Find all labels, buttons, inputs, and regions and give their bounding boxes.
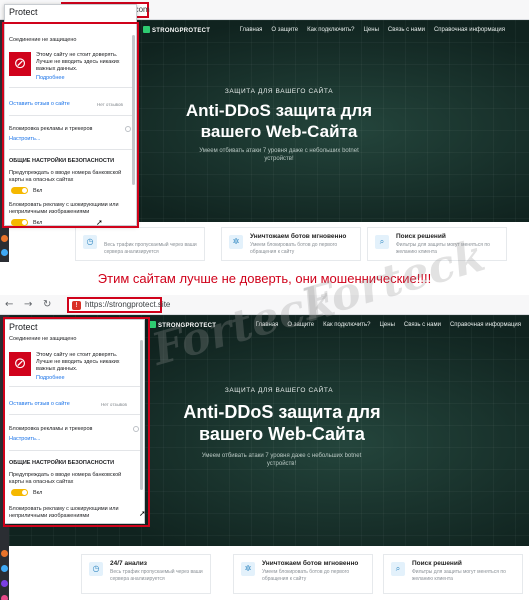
menu-item-howto[interactable]: Как подключить? bbox=[307, 27, 354, 33]
hero-kicker: ЗАЩИТА ДЛЯ ВАШЕГО САЙТА bbox=[224, 88, 334, 95]
search-icon: ⌕ bbox=[375, 235, 389, 249]
feature-card: ✲ Уничтожаем ботов мгновенно Умеем блоки… bbox=[221, 227, 361, 261]
site-menu: Главная О защите Как подключить? Цены Св… bbox=[256, 322, 521, 328]
menu-item-reference[interactable]: Справочная информация bbox=[450, 322, 521, 328]
feature-card: ⌕ Поиск решений Фильтры для защиты могут… bbox=[367, 227, 507, 261]
arrow-right-icon[interactable]: → bbox=[24, 299, 32, 311]
logo-icon bbox=[143, 26, 150, 33]
reload-icon[interactable]: ↻ bbox=[43, 299, 51, 311]
hero-subtext: Умеем отбивать атаки 7 уровня даже с неб… bbox=[201, 453, 362, 467]
search-icon: ⌕ bbox=[391, 562, 405, 576]
sidebar-app-icon[interactable] bbox=[1, 580, 8, 587]
sidebar-app-icon[interactable] bbox=[1, 235, 8, 242]
sidebar-app-icon[interactable] bbox=[1, 550, 8, 557]
browser-screenshot-1: ← → ↻ ! https://botradar.com STRONGPROTE… bbox=[0, 0, 529, 262]
menu-item-prices[interactable]: Цены bbox=[379, 322, 394, 328]
menu-item-howto[interactable]: Как подключить? bbox=[323, 322, 370, 328]
hero-subtext: Умеем отбивать атаки 7 уровня даже с неб… bbox=[199, 148, 359, 162]
site-logo[interactable]: STRONGPROTECT bbox=[149, 321, 216, 329]
browser-screenshot-2: ← → ↻ ! https://strongprotect.site STRON… bbox=[0, 295, 529, 600]
shield-icon: ✲ bbox=[229, 235, 243, 249]
menu-item-home[interactable]: Главная bbox=[240, 27, 263, 33]
menu-item-contact[interactable]: Связь с нами bbox=[388, 27, 425, 33]
feature-cards: ◷ 24/7 анализ Весь трафик пропускаемый ч… bbox=[9, 546, 529, 600]
hero-headline: Anti-DDoS защита для вашего Web-Сайта bbox=[183, 402, 381, 444]
shield-icon: ✲ bbox=[241, 562, 255, 576]
menu-item-contact[interactable]: Связь с нами bbox=[404, 322, 441, 328]
site-logo[interactable]: STRONGPROTECT bbox=[143, 26, 210, 34]
site-menu: Главная О защите Как подключить? Цены Св… bbox=[240, 27, 505, 33]
menu-item-about[interactable]: О защите bbox=[271, 27, 298, 33]
hero-kicker: ЗАЩИТА ДЛЯ ВАШЕГО САЙТА bbox=[224, 387, 334, 394]
menu-item-about[interactable]: О защите bbox=[287, 322, 314, 328]
sidebar-app-icon[interactable] bbox=[1, 565, 8, 572]
highlight-frame bbox=[3, 317, 150, 527]
warning-caption: Этим сайтам лучше не доверть, они мошенн… bbox=[97, 271, 432, 286]
feature-cards: ◷ Весь трафик пропускаемый через ваши се… bbox=[9, 222, 529, 262]
feature-card: ⌕ Поиск решений Фильтры для защиты могут… bbox=[383, 554, 523, 594]
highlight-frame bbox=[2, 22, 139, 228]
clock-icon: ◷ bbox=[83, 235, 97, 249]
sidebar-app-icon[interactable] bbox=[1, 249, 8, 256]
browser-toolbar: ← → ↻ ! https://strongprotect.site bbox=[0, 295, 529, 315]
menu-item-home[interactable]: Главная bbox=[256, 322, 279, 328]
hero-headline: Anti-DDoS защита для вашего Web-Сайта bbox=[185, 101, 373, 141]
comparison-collage: ← → ↻ ! https://botradar.com STRONGPROTE… bbox=[0, 0, 529, 600]
insecure-site-icon[interactable]: ! bbox=[72, 301, 81, 310]
arrow-left-icon[interactable]: ← bbox=[5, 299, 13, 311]
logo-icon bbox=[149, 321, 156, 328]
menu-item-reference[interactable]: Справочная информация bbox=[434, 27, 505, 33]
address-bar[interactable]: ! https://strongprotect.site bbox=[67, 297, 170, 313]
feature-card: ◷ 24/7 анализ Весь трафик пропускаемый ч… bbox=[81, 554, 211, 594]
url-text: https://strongprotect.site bbox=[85, 300, 171, 309]
menu-item-prices[interactable]: Цены bbox=[363, 27, 378, 33]
feature-card: ✲ Уничтожаем ботов мгновенно Умеем блоки… bbox=[233, 554, 373, 594]
clock-icon: ◷ bbox=[89, 562, 103, 576]
popup-title: Protect bbox=[9, 7, 38, 17]
feature-card: ◷ Весь трафик пропускаемый через ваши се… bbox=[75, 227, 205, 261]
sidebar-app-icon[interactable] bbox=[1, 595, 8, 600]
